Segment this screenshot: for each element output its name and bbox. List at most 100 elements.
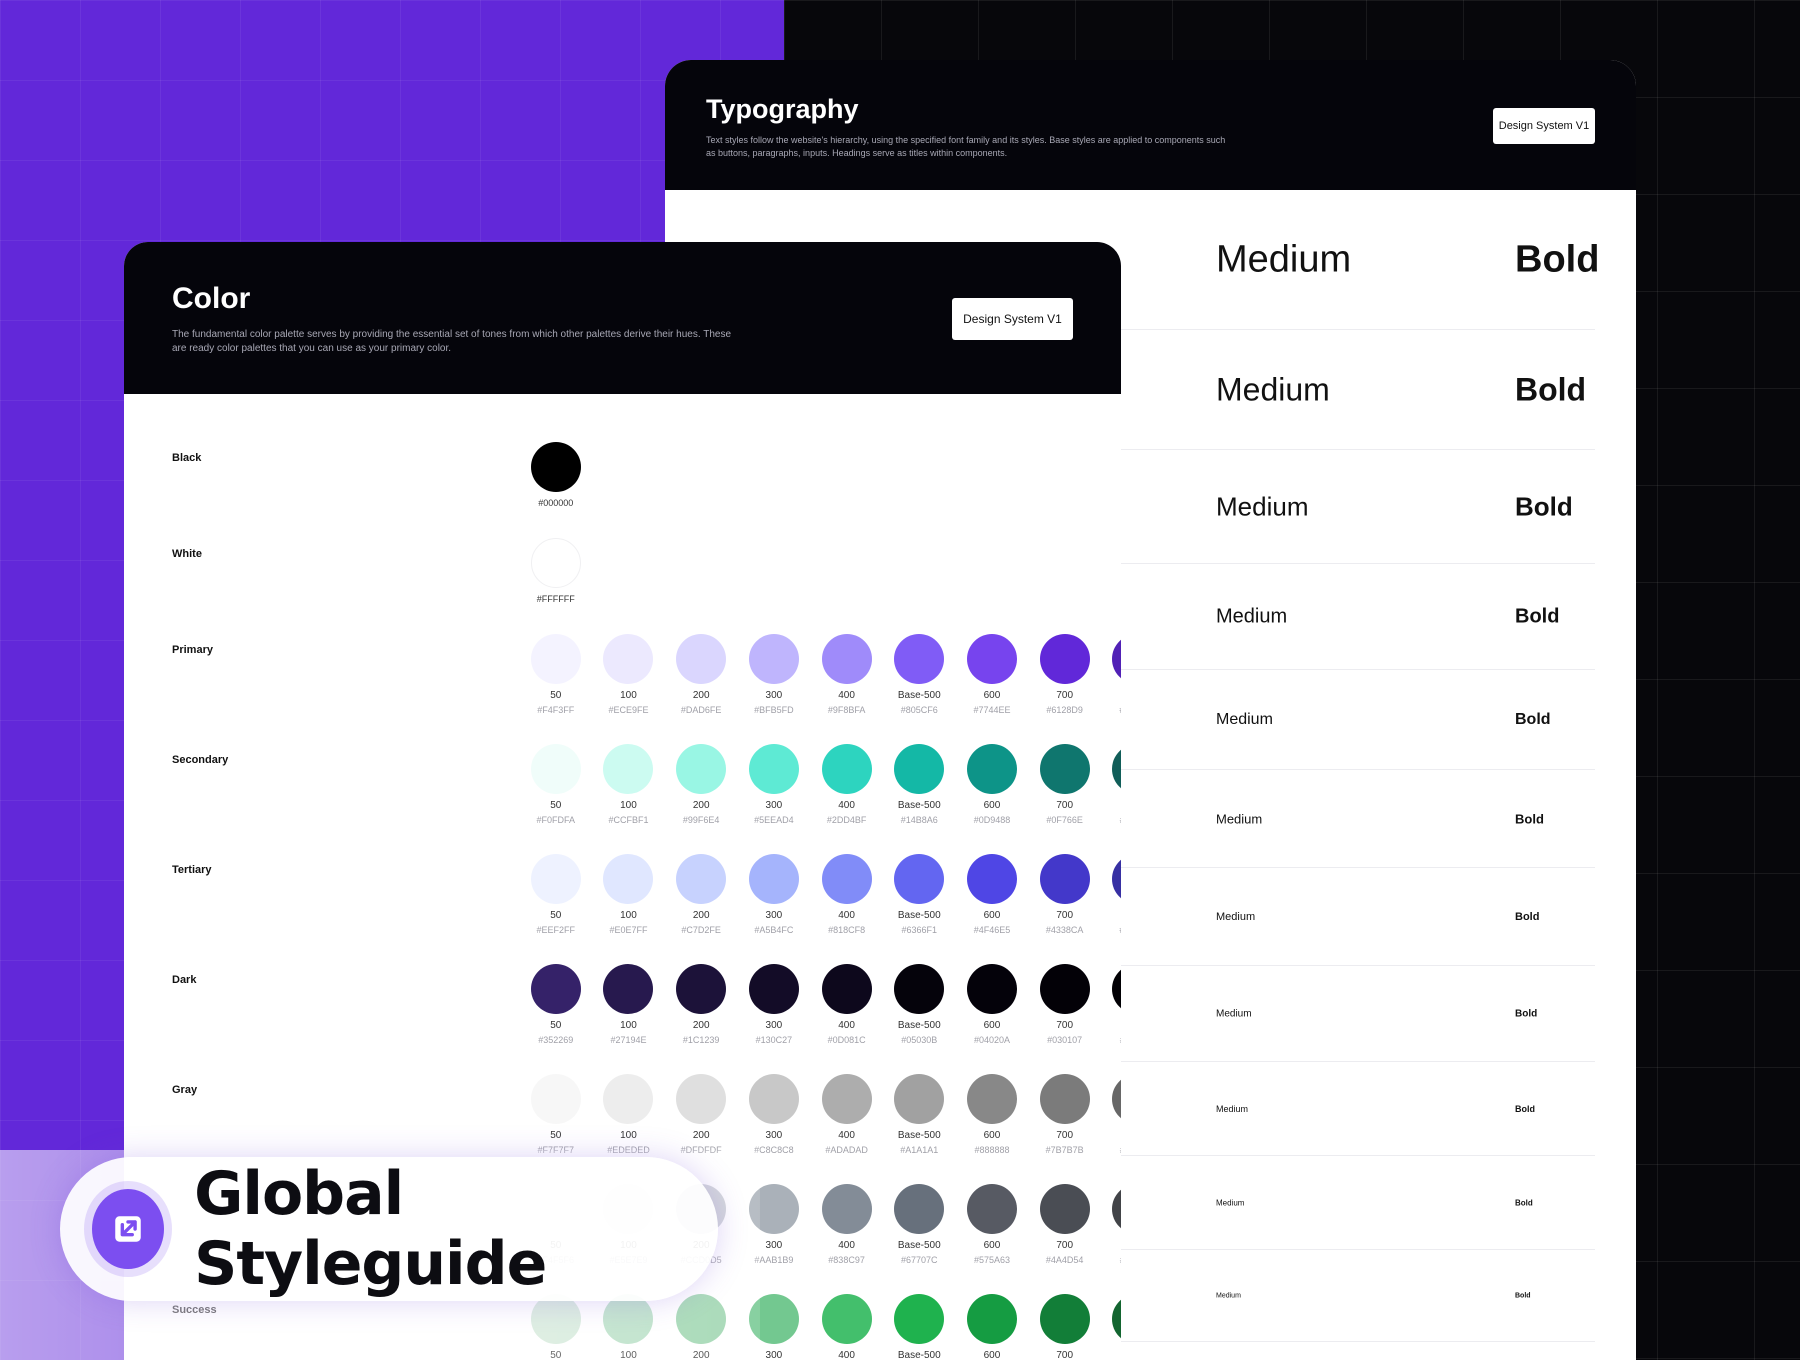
- color-circle[interactable]: [966, 1074, 1017, 1124]
- color-circle[interactable]: [1039, 854, 1090, 904]
- color-swatch[interactable]: 400 #0D081C: [811, 964, 883, 1045]
- color-circle[interactable]: [1039, 1074, 1090, 1124]
- color-circle[interactable]: [603, 854, 654, 904]
- color-circle[interactable]: [748, 854, 799, 904]
- color-swatch[interactable]: 800 #020105: [1101, 964, 1121, 1045]
- color-swatch[interactable]: 100 #EDEDED: [592, 1074, 664, 1155]
- color-swatch[interactable]: 800 #3730A3: [1101, 854, 1121, 935]
- color-circle[interactable]: [966, 634, 1017, 684]
- color-circle[interactable]: [894, 1074, 945, 1124]
- color-swatch[interactable]: 700 #6128D9: [1029, 634, 1101, 715]
- color-circle[interactable]: [748, 744, 799, 794]
- color-swatch[interactable]: 300 #AAB1B9: [738, 1184, 810, 1265]
- color-swatch[interactable]: 600 #0D9488: [956, 744, 1028, 825]
- color-swatch[interactable]: 600 #04020A: [956, 964, 1028, 1045]
- color-circle[interactable]: [603, 1294, 654, 1344]
- color-circle[interactable]: [1112, 1074, 1121, 1124]
- color-swatch[interactable]: 700#127E38: [1029, 1294, 1101, 1360]
- color-circle[interactable]: [1112, 744, 1121, 794]
- color-swatch[interactable]: 700 #4A4D54: [1029, 1184, 1101, 1265]
- color-swatch[interactable]: 300 #A5B4FC: [738, 854, 810, 935]
- color-circle[interactable]: [966, 964, 1017, 1014]
- color-swatch[interactable]: 50#D2E8D8: [520, 1294, 592, 1360]
- color-swatch[interactable]: 100 #E0E7FF: [592, 854, 664, 935]
- color-circle[interactable]: [894, 634, 945, 684]
- color-circle[interactable]: [1039, 1294, 1090, 1344]
- color-swatch[interactable]: Base-500 #67707C: [883, 1184, 955, 1265]
- color-circle[interactable]: [530, 442, 581, 492]
- color-swatch[interactable]: 600 #575A63: [956, 1184, 1028, 1265]
- color-circle[interactable]: [748, 964, 799, 1014]
- color-circle[interactable]: [894, 1294, 945, 1344]
- color-swatch[interactable]: 400 #818CF8: [811, 854, 883, 935]
- color-swatch[interactable]: 800 #115E59: [1101, 744, 1121, 825]
- color-circle[interactable]: [1112, 1294, 1121, 1344]
- color-circle[interactable]: [748, 1184, 799, 1234]
- color-circle[interactable]: [821, 744, 872, 794]
- color-circle[interactable]: [821, 1184, 872, 1234]
- color-circle[interactable]: [530, 1294, 581, 1344]
- color-swatch[interactable]: 50 #F0FDFA: [520, 744, 592, 825]
- color-swatch[interactable]: 600#159C42: [956, 1294, 1028, 1360]
- color-circle[interactable]: [1112, 634, 1121, 684]
- color-swatch[interactable]: 400 #ADADAD: [811, 1074, 883, 1155]
- color-circle[interactable]: [530, 634, 581, 684]
- color-circle[interactable]: [821, 1074, 872, 1124]
- color-swatch[interactable]: 200 #DFDFDF: [665, 1074, 737, 1155]
- typography-badge[interactable]: Design System V1: [1493, 108, 1595, 144]
- color-circle[interactable]: [676, 854, 727, 904]
- color-circle[interactable]: [748, 1294, 799, 1344]
- color-swatch[interactable]: 200#9BD4AD: [665, 1294, 737, 1360]
- color-swatch[interactable]: 50 #F4F3FF: [520, 634, 592, 715]
- color-swatch[interactable]: 300 #5EEAD4: [738, 744, 810, 825]
- color-circle[interactable]: [676, 964, 727, 1014]
- color-circle[interactable]: [748, 1074, 799, 1124]
- color-swatch[interactable]: 300#73C890: [738, 1294, 810, 1360]
- color-swatch[interactable]: 100 #ECE9FE: [592, 634, 664, 715]
- color-circle[interactable]: [676, 634, 727, 684]
- color-circle[interactable]: [530, 538, 581, 588]
- color-circle[interactable]: [966, 744, 1017, 794]
- color-swatch[interactable]: Base-500 #05030B: [883, 964, 955, 1045]
- color-swatch[interactable]: #000000: [520, 442, 592, 508]
- color-circle[interactable]: [1039, 744, 1090, 794]
- color-circle[interactable]: [1039, 634, 1090, 684]
- color-swatch[interactable]: 200 #DAD6FE: [665, 634, 737, 715]
- color-circle[interactable]: [603, 744, 654, 794]
- color-swatch[interactable]: Base-500 #805CF6: [883, 634, 955, 715]
- color-swatch[interactable]: 300 #C8C8C8: [738, 1074, 810, 1155]
- color-circle[interactable]: [966, 1184, 1017, 1234]
- color-swatch[interactable]: 100 #CCFBF1: [592, 744, 664, 825]
- color-circle[interactable]: [894, 964, 945, 1014]
- color-circle[interactable]: [676, 1294, 727, 1344]
- color-swatch[interactable]: 400#43BF6C: [811, 1294, 883, 1360]
- color-swatch[interactable]: 700 #7B7B7B: [1029, 1074, 1101, 1155]
- color-circle[interactable]: [966, 1294, 1017, 1344]
- color-swatch[interactable]: 400 #9F8BFA: [811, 634, 883, 715]
- color-swatch[interactable]: 600 #7744EE: [956, 634, 1028, 715]
- color-circle[interactable]: [748, 634, 799, 684]
- color-swatch[interactable]: 700 #4338CA: [1029, 854, 1101, 935]
- color-circle[interactable]: [821, 964, 872, 1014]
- color-circle[interactable]: [1039, 1184, 1090, 1234]
- color-swatch[interactable]: 800 #424448: [1101, 1184, 1121, 1265]
- color-swatch[interactable]: 300 #130C27: [738, 964, 810, 1045]
- color-circle[interactable]: [1039, 964, 1090, 1014]
- color-circle[interactable]: [676, 1074, 727, 1124]
- color-circle[interactable]: [676, 744, 727, 794]
- color-swatch[interactable]: 800#136530: [1101, 1294, 1121, 1360]
- color-circle[interactable]: [603, 634, 654, 684]
- color-swatch[interactable]: 100 #27194E: [592, 964, 664, 1045]
- color-swatch[interactable]: Base-500#1FB24E: [883, 1294, 955, 1360]
- external-link-icon[interactable]: [92, 1189, 165, 1269]
- color-circle[interactable]: [894, 744, 945, 794]
- color-swatch[interactable]: Base-500 #A1A1A1: [883, 1074, 955, 1155]
- color-circle[interactable]: [603, 964, 654, 1014]
- styleguide-pill[interactable]: Global Styleguide: [60, 1157, 718, 1301]
- color-circle[interactable]: [530, 744, 581, 794]
- color-circle[interactable]: [530, 964, 581, 1014]
- color-circle[interactable]: [821, 854, 872, 904]
- color-swatch[interactable]: 600 #888888: [956, 1074, 1028, 1155]
- color-swatch[interactable]: 200 #99F6E4: [665, 744, 737, 825]
- color-swatch[interactable]: 50 #EEF2FF: [520, 854, 592, 935]
